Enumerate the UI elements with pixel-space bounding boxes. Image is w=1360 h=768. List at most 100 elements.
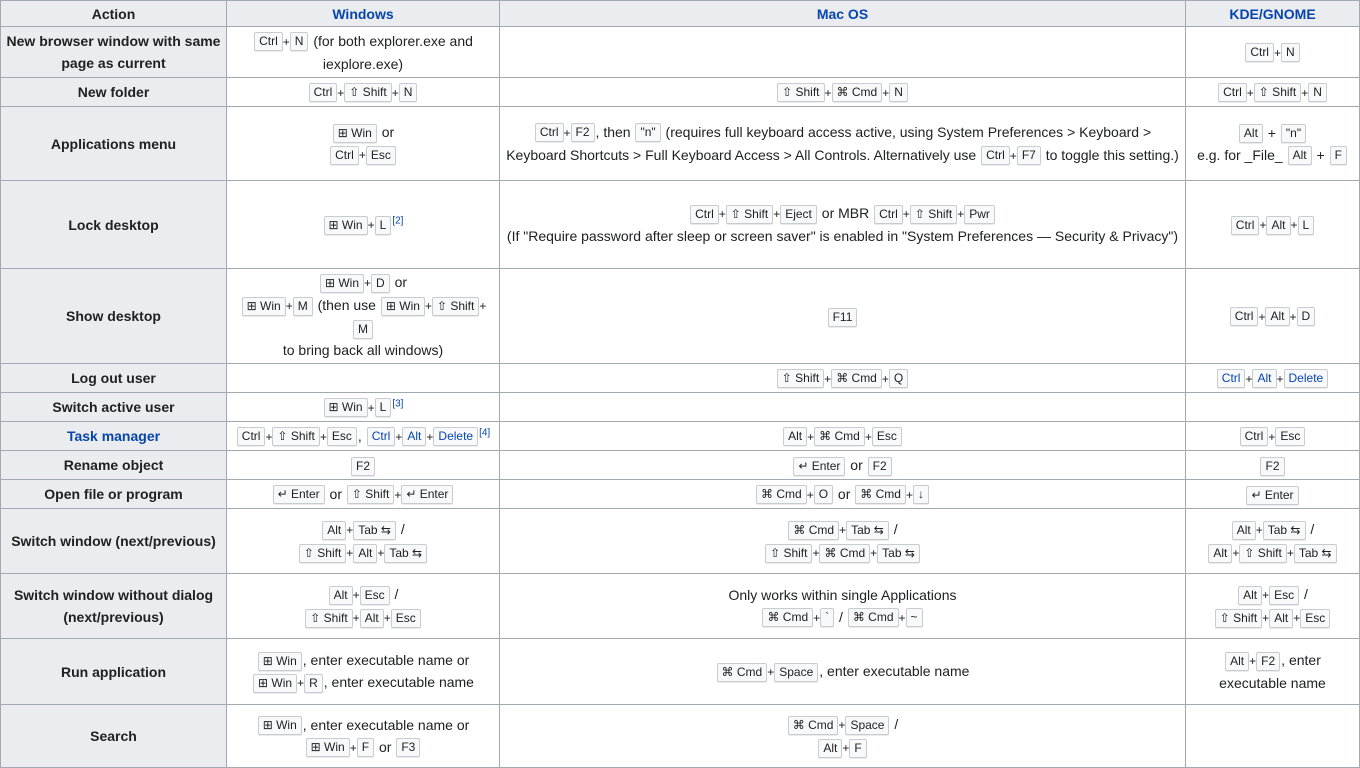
key-combo: ⊞ Win + L <box>323 398 393 418</box>
key-combo: ⊞ Win <box>332 123 378 143</box>
cell-line: ⌘ Cmd + ` / ⌘ Cmd + ~ <box>504 606 1181 629</box>
cell-text: or <box>377 124 395 140</box>
tab-key: Tab ⇆ <box>1262 520 1306 540</box>
alt-key: Alt <box>322 520 347 540</box>
cell-line: ⊞ Win, enter executable name or <box>231 714 495 736</box>
alt-key: Alt <box>1225 651 1250 671</box>
action-name-show-desktop: Show desktop <box>0 268 227 364</box>
key-combo-link[interactable]: Ctrl + Alt + Delete <box>366 427 479 447</box>
kde-shortcut-cell: F2 <box>1185 450 1360 480</box>
action-name-rename-object: Rename object <box>0 450 227 480</box>
alt-key[interactable]: Alt <box>1252 369 1277 389</box>
key-combo: "n" <box>1280 124 1307 144</box>
cell-line: Alt + Tab ⇆ / <box>1190 518 1355 541</box>
key-combo: Alt + Esc <box>328 585 391 605</box>
alt-key[interactable]: Alt <box>402 427 427 447</box>
mac-shortcut-cell: Alt + ⌘ Cmd + Esc <box>499 421 1186 451</box>
column-header-action[interactable]: Action <box>0 0 227 27</box>
key-combo: Alt + F2 <box>1224 651 1281 671</box>
key-combo: ⌘ Cmd + Space <box>787 715 891 735</box>
plus-separator: + <box>352 588 360 602</box>
plus-separator: + <box>383 611 391 625</box>
header-row: Action Windows Mac OS KDE/GNOME <box>0 0 1360 27</box>
windows-shortcut-cell: Ctrl + ⇧ Shift + N <box>226 77 500 107</box>
plus-separator: + <box>902 207 910 221</box>
shift-key: ⇧ Shift <box>725 204 774 224</box>
ctrl-key[interactable]: Ctrl <box>366 427 396 447</box>
alt-key: Alt <box>1269 608 1294 628</box>
key-combo: ⌘ Cmd + ` <box>761 608 835 628</box>
cell-line: Alt + ⌘ Cmd + Esc <box>504 425 1181 448</box>
tab-key: Tab ⇆ <box>877 543 920 563</box>
win-key: ⊞ Win <box>380 296 425 316</box>
cell-text: , <box>357 427 366 444</box>
cell-line: Ctrl + N (for both explorer.exe and iexplo… <box>231 30 495 75</box>
plus-separator: + <box>882 85 890 100</box>
mac-shortcut-cell: ⇧ Shift + ⌘ Cmd + Q <box>499 363 1186 393</box>
alt-key: Alt <box>353 543 378 563</box>
n-key: N <box>889 83 908 103</box>
cell-line: Ctrl + ⇧ Shift + N <box>1190 81 1355 104</box>
cell-line: ⊞ Win + R, enter executable name <box>231 671 495 694</box>
key-combo-link[interactable]: Ctrl + Alt + Delete <box>1216 369 1329 389</box>
cell-text: / <box>835 608 847 625</box>
action-name-switch-window-without-dialog-next-previous: Switch window without dialog (next/previ… <box>0 573 227 639</box>
cell-line: Ctrl + ⇧ Shift + N <box>231 81 495 104</box>
table-row: Switch active user ⊞ Win + L [3] <box>0 392 1360 422</box>
r-key: R <box>304 673 323 693</box>
delete-key[interactable]: Delete <box>433 427 479 447</box>
cell-text: / <box>1300 586 1308 602</box>
table-row: Log out user ⇧ Shift + ⌘ Cmd + Q Ctrl + Alt + Dele… <box>0 363 1360 393</box>
f2-key: F2 <box>570 123 595 143</box>
f11-key: F11 <box>827 307 858 327</box>
l-key: L <box>1297 215 1315 235</box>
column-header-kde-gnome[interactable]: KDE/GNOME <box>1185 0 1360 27</box>
key-combo: ⌘ Cmd + Space <box>716 662 820 682</box>
alt-key: Alt <box>1231 520 1256 540</box>
action-name-task-manager[interactable]: Task manager <box>0 421 227 451</box>
reference-link[interactable]: [3] <box>392 398 403 409</box>
key-combo: Ctrl + Alt + D <box>1229 307 1316 327</box>
q-key: Q <box>888 369 909 389</box>
cell-text: or <box>834 485 855 502</box>
cell-line: ⌘ Cmd + Space / <box>504 713 1181 736</box>
mac-shortcut-cell <box>499 392 1186 422</box>
reference-link[interactable]: [2] <box>392 215 403 226</box>
key-combo: Ctrl + Alt + L <box>1230 215 1315 235</box>
key-combo: ⇧ Shift + Alt + Esc <box>1214 608 1331 628</box>
f7-key: F7 <box>1016 146 1041 166</box>
alt-key: Alt <box>1238 585 1263 605</box>
key-combo: ⌘ Cmd + Tab ⇆ <box>787 520 889 540</box>
tab-key: Tab ⇆ <box>384 543 428 563</box>
cell-text: (then use <box>313 297 380 313</box>
key-combo: ↵ Enter <box>272 485 326 505</box>
esc-key: Esc <box>1300 608 1331 628</box>
key-combo: ⊞ Win <box>257 651 303 671</box>
table-row: Applications menu ⊞ Win or Ctrl + Esc Ctrl + F2… <box>0 106 1360 181</box>
key-combo: Ctrl + Esc <box>1239 427 1307 447</box>
cmd-key: ⌘ Cmd <box>787 715 839 735</box>
alt-key: Alt <box>1266 215 1291 235</box>
plus-separator: + <box>1290 218 1298 232</box>
cell-line: ⌘ Cmd + Tab ⇆ / <box>504 518 1181 541</box>
ctrl-key: Ctrl <box>874 204 903 224</box>
key-combo: Ctrl + F2 <box>534 123 596 143</box>
win-key: ⊞ Win <box>257 651 302 671</box>
ctrl-key[interactable]: Ctrl <box>1216 369 1246 389</box>
enter-key: ↵ Enter <box>1246 485 1299 505</box>
delete-key[interactable]: Delete <box>1283 369 1329 389</box>
column-header-windows[interactable]: Windows <box>226 0 500 27</box>
column-header-macos[interactable]: Mac OS <box>499 0 1186 27</box>
cell-line: ⇧ Shift + ⌘ Cmd + Tab ⇆ <box>504 541 1181 564</box>
plus-separator: + <box>1262 588 1270 602</box>
win-key: ⊞ Win <box>323 398 368 418</box>
ctrl-key: Ctrl <box>690 204 719 224</box>
plus-separator: + <box>838 718 846 732</box>
cell-line: ↵ Enter <box>1190 483 1355 505</box>
key-combo: Alt <box>1238 124 1264 144</box>
plus-separator: + <box>905 487 913 502</box>
cell-line: Alt + Esc / <box>231 583 495 606</box>
cell-line: ⊞ Win, enter executable name or <box>231 649 495 671</box>
cell-text: or <box>846 457 867 473</box>
reference-link[interactable]: [4] <box>479 427 490 438</box>
